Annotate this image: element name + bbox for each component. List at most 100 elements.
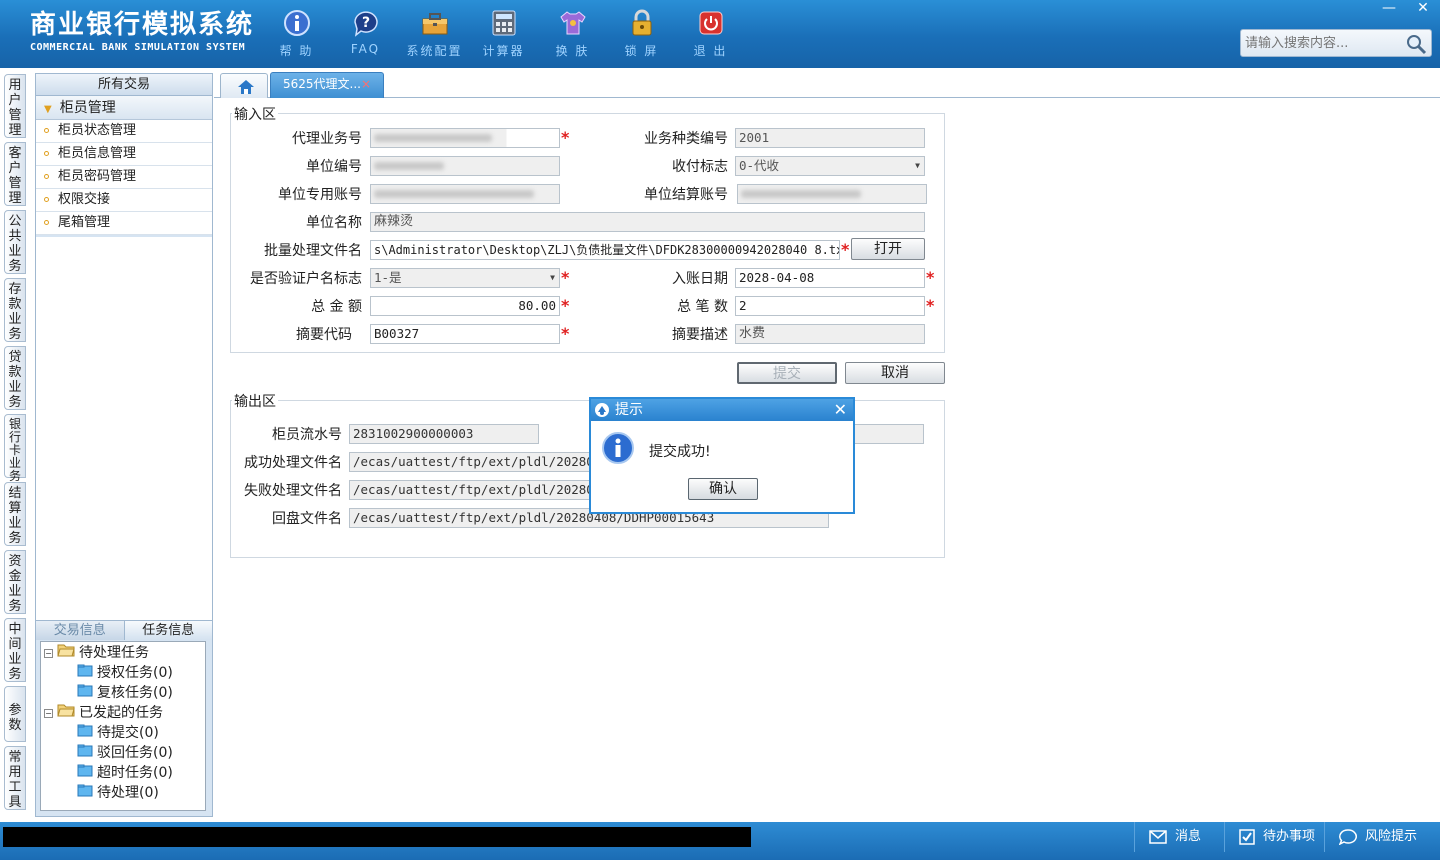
submit-button[interactable]: 提交: [737, 362, 837, 384]
agent-no-field[interactable]: [370, 128, 560, 148]
toolbar-config-label: 系统配置: [406, 44, 463, 58]
total-amount-field[interactable]: 80.00: [370, 296, 560, 316]
output-side-field[interactable]: [852, 424, 924, 444]
batch-file-field[interactable]: s\Administrator\Desktop\ZLJ\负债批量文件\DFDK2…: [370, 240, 840, 260]
collapse-icon[interactable]: −: [44, 708, 53, 718]
home-icon: [237, 79, 255, 99]
vtab-fund-business[interactable]: 资金业务: [4, 550, 26, 614]
teller-serial-label: 柜员流水号: [272, 427, 342, 443]
node-label: 已发起的任务: [79, 705, 163, 721]
close-tab-icon[interactable]: ×: [361, 73, 371, 95]
app-subtitle: COMMERCIAL BANK SIMULATION SYSTEM: [30, 42, 246, 53]
vtab-label: 存款业务: [8, 282, 22, 342]
prompt-dialog: 提示 ✕ 提交成功! 确认: [589, 397, 855, 514]
total-count-field[interactable]: 2: [735, 296, 925, 316]
item-label: 尾箱管理: [58, 215, 111, 230]
node-label: 待处理(0): [97, 785, 159, 801]
tree-node-initiated[interactable]: − 已发起的任务: [41, 703, 205, 723]
tree-node-to-process[interactable]: 待处理(0): [41, 783, 205, 803]
summary-code-field[interactable]: B00327: [370, 324, 560, 344]
toolbar-skin-button[interactable]: 换 肤: [538, 8, 607, 60]
list-item-permission-handover[interactable]: 权限交接: [36, 189, 212, 212]
tree-node-to-submit[interactable]: 待提交(0): [41, 723, 205, 743]
open-file-button[interactable]: 打开: [851, 238, 925, 260]
calculator-icon: [489, 8, 519, 38]
toolbar-config-button[interactable]: 系统配置: [400, 8, 469, 60]
status-bar: 消息 待办事项 风险提示: [0, 822, 1440, 860]
unit-account-field[interactable]: [370, 184, 560, 204]
tab-home[interactable]: [220, 73, 268, 98]
list-item-teller-password[interactable]: 柜员密码管理: [36, 166, 212, 189]
list-item-teller-info[interactable]: 柜员信息管理: [36, 143, 212, 166]
biz-type-field[interactable]: 2001: [735, 128, 925, 148]
toolbar-help-button[interactable]: 帮 助: [262, 8, 331, 60]
vtab-intermediary-business[interactable]: 中间业务: [4, 618, 26, 682]
toolbar-calculator-button[interactable]: 计算器: [469, 8, 538, 60]
tree-node-timeout[interactable]: 超时任务(0): [41, 763, 205, 783]
required-mark: *: [926, 296, 935, 315]
teller-serial-field[interactable]: 2831002900000003: [349, 424, 539, 444]
tree-node-review-tasks[interactable]: 复核任务(0): [41, 683, 205, 703]
cancel-button[interactable]: 取消: [845, 362, 945, 384]
vtab-settlement-business[interactable]: 结算业务: [4, 482, 26, 546]
tree-node-auth-tasks[interactable]: 授权任务(0): [41, 663, 205, 683]
agent-no-label: 代理业务号: [292, 131, 362, 147]
tree-node-pending[interactable]: − 待处理任务: [41, 643, 205, 663]
confirm-button[interactable]: 确认: [688, 478, 758, 500]
vtab-common-tools[interactable]: 常用工具: [4, 746, 26, 810]
fail-file-field[interactable]: /ecas/uattest/ftp/ext/pldl/2028040: [349, 480, 591, 500]
unit-account-label: 单位专用账号: [278, 187, 362, 203]
vtab-public-business[interactable]: 公共业务: [4, 210, 26, 274]
folder-icon: [77, 743, 93, 763]
unit-name-field[interactable]: 麻辣烫: [370, 212, 925, 232]
risk-alert-button[interactable]: 风险提示: [1324, 822, 1440, 852]
dialog-close-button[interactable]: ✕: [834, 399, 847, 421]
search-input[interactable]: [1241, 30, 1401, 56]
app-title: 商业银行模拟系统: [30, 10, 255, 40]
list-item-teller-status[interactable]: 柜员状态管理: [36, 120, 212, 143]
vtab-user-management[interactable]: 用户管理: [4, 74, 26, 138]
entry-date-field[interactable]: 2028-04-08: [735, 268, 925, 288]
category-strip: 用户管理 客户管理 公共业务 存款业务 贷款业务 银行卡业务 结算业务 资金业务…: [0, 68, 34, 822]
verify-name-flag-select[interactable]: 1-是 ▼: [370, 268, 560, 288]
vtab-bank-card-business[interactable]: 银行卡业务: [4, 414, 26, 483]
tree-node-rejected[interactable]: 驳回任务(0): [41, 743, 205, 763]
lock-icon: [627, 8, 657, 38]
toolbar-exit-button[interactable]: 退 出: [676, 8, 745, 60]
toolbar-faq-button[interactable]: ? FAQ: [331, 8, 400, 60]
caret-down-icon: ▼: [44, 104, 52, 115]
vtab-customer-management[interactable]: 客户管理: [4, 142, 26, 206]
pay-flag-select[interactable]: 0-代收 ▼: [735, 156, 925, 176]
vtab-deposit-business[interactable]: 存款业务: [4, 278, 26, 342]
success-file-field[interactable]: /ecas/uattest/ftp/ext/pldl/2028040: [349, 452, 591, 472]
toolbar-lock-button[interactable]: 锁 屏: [607, 8, 676, 60]
item-label: 柜员信息管理: [58, 146, 137, 161]
unit-no-field[interactable]: [370, 156, 560, 176]
tab-trade-info[interactable]: 交易信息: [36, 621, 124, 640]
vtab-label: 参数: [8, 703, 22, 733]
unit-name-label: 单位名称: [306, 215, 362, 231]
messages-button[interactable]: 消息: [1134, 822, 1224, 852]
tab-task-info[interactable]: 任务信息: [123, 621, 212, 640]
minimize-button[interactable]: —: [1372, 0, 1406, 18]
unit-settle-account-field[interactable]: [737, 184, 927, 204]
document-tab-bar: [214, 68, 1440, 98]
close-window-button[interactable]: ✕: [1406, 0, 1440, 18]
folder-icon: [77, 763, 93, 783]
list-item-cash-box[interactable]: 尾箱管理: [36, 212, 212, 235]
summary-desc-field[interactable]: 水费: [735, 324, 925, 344]
pay-flag-label: 收付标志: [672, 159, 728, 175]
vtab-loan-business[interactable]: 贷款业务: [4, 346, 26, 410]
panel-blank-area: [36, 237, 212, 620]
dialog-body: 提交成功! 确认: [591, 421, 853, 512]
teller-management-section[interactable]: ▼ 柜员管理: [36, 96, 212, 120]
tab-5625-agency-file[interactable]: 5625代理文... ×: [270, 72, 384, 98]
vtab-parameters[interactable]: 参数: [4, 686, 26, 742]
risk-alert-label: 风险提示: [1365, 829, 1418, 844]
search-icon[interactable]: [1405, 33, 1427, 59]
folder-icon: [77, 783, 93, 803]
collapse-icon[interactable]: −: [44, 648, 53, 658]
todo-button[interactable]: 待办事项: [1224, 822, 1324, 852]
main-toolbar: 帮 助 ? FAQ 系统配置 计算器 换 肤 锁 屏 退 出: [262, 8, 745, 60]
summary-code-label: 摘要代码: [296, 327, 352, 343]
